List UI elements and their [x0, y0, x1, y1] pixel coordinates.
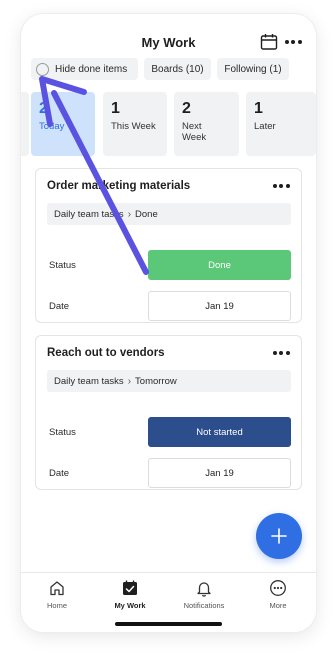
status-label: Status	[49, 427, 76, 438]
date-field[interactable]: Jan 19	[148, 291, 291, 321]
home-icon	[50, 581, 64, 596]
following-filter-label: Following (1)	[224, 63, 282, 75]
boards-filter-label: Boards (10)	[151, 63, 204, 75]
status-pill[interactable]: Done	[148, 250, 291, 280]
day-tab-count: 1	[111, 100, 120, 117]
nav-home[interactable]: Home	[22, 579, 92, 610]
day-tab-this-week[interactable]: 1 This Week	[103, 92, 167, 156]
item-title[interactable]: Reach out to vendors	[47, 347, 165, 359]
item-breadcrumb[interactable]: Daily team tasks › Tomorrow	[47, 370, 291, 392]
item-breadcrumb[interactable]: Daily team tasks › Done	[47, 203, 291, 225]
radio-circle-icon	[36, 62, 49, 76]
date-label: Date	[49, 301, 70, 312]
nav-label: Notifications	[183, 601, 225, 610]
calendar-icon[interactable]	[260, 33, 278, 51]
my-work-icon	[123, 580, 137, 595]
boards-filter-button[interactable]: Boards (10)	[144, 58, 211, 80]
home-indicator	[115, 622, 222, 626]
group-name: Done	[135, 208, 158, 220]
day-tab-count: 2	[182, 100, 191, 117]
board-name: Daily team tasks	[54, 208, 124, 220]
date-label: Date	[49, 468, 70, 479]
day-tab-label: Later	[254, 121, 276, 132]
status-label: Status	[49, 260, 76, 271]
header: My Work	[21, 32, 316, 54]
chevron-right-icon: ›	[127, 208, 132, 220]
group-name: Tomorrow	[135, 375, 177, 387]
day-tab-count: 1	[254, 100, 263, 117]
day-tab-label: Today	[39, 121, 65, 132]
day-tab-partial	[21, 92, 29, 156]
chevron-right-icon: ›	[127, 375, 132, 387]
nav-label: My Work	[114, 601, 146, 610]
hide-done-label: Hide done items	[55, 63, 128, 75]
add-item-button[interactable]	[256, 513, 302, 559]
day-tab-label: This Week	[111, 121, 156, 132]
nav-label: More	[269, 601, 287, 610]
item-more-icon[interactable]	[271, 348, 291, 358]
nav-label: Home	[46, 601, 67, 610]
item-card[interactable]: Reach out to vendors Daily team tasks › …	[35, 335, 302, 490]
phone-screen: My Work Hide done items Boards (10) Foll…	[21, 14, 316, 632]
item-card[interactable]: Order marketing materials Daily team tas…	[35, 168, 302, 323]
nav-my-work[interactable]: My Work	[95, 579, 165, 610]
item-more-icon[interactable]	[271, 181, 291, 191]
bell-icon	[197, 582, 211, 597]
date-field[interactable]: Jan 19	[148, 458, 291, 488]
more-circle-icon	[270, 580, 286, 596]
hide-done-items-toggle[interactable]: Hide done items	[31, 58, 138, 80]
following-filter-button[interactable]: Following (1)	[217, 58, 289, 80]
board-name: Daily team tasks	[54, 375, 124, 387]
nav-notifications[interactable]: Notifications	[169, 579, 239, 610]
day-tab-later[interactable]: 1 Later	[246, 92, 316, 156]
day-tab-count: 2	[39, 100, 48, 117]
day-tab-today[interactable]: 2 Today	[31, 92, 95, 156]
more-horizontal-icon[interactable]	[282, 34, 304, 50]
item-title[interactable]: Order marketing materials	[47, 180, 190, 192]
plus-icon	[271, 528, 287, 544]
day-tab-next-week[interactable]: 2 Next Week	[174, 92, 239, 156]
day-tab-label: Next Week	[182, 121, 207, 143]
nav-more[interactable]: More	[243, 579, 313, 610]
status-pill[interactable]: Not started	[148, 417, 291, 447]
